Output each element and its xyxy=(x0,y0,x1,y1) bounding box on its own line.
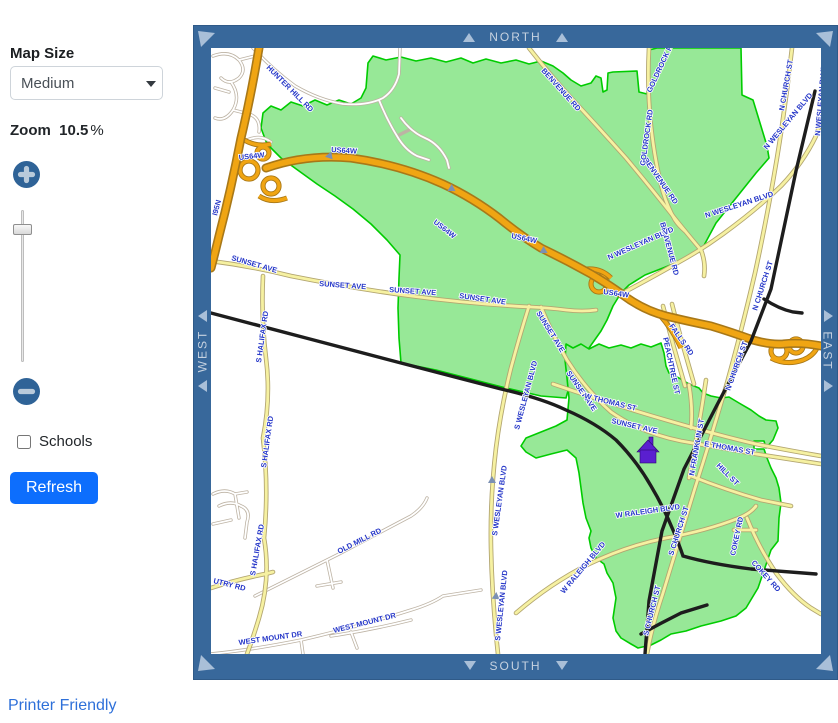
schools-label: Schools xyxy=(39,433,92,450)
zoom-in-button[interactable] xyxy=(13,161,40,188)
pan-west-arrow-icon[interactable] xyxy=(198,380,207,392)
pan-northwest-arrow-icon[interactable] xyxy=(196,28,216,48)
compass-west-label: WEST xyxy=(196,330,210,373)
road-label: OLD MILL RD xyxy=(336,526,384,556)
zoom-value: 10.5 xyxy=(59,122,88,139)
map-image: HUNTER HILL RDI95NUS64WUS64WUS64WUS64WUS… xyxy=(211,48,821,654)
plus-icon xyxy=(13,161,40,188)
compass-north-label: NORTH xyxy=(489,30,541,44)
pan-south-arrow-icon[interactable] xyxy=(464,661,476,670)
refresh-button[interactable]: Refresh xyxy=(10,472,98,504)
pan-north-arrow-icon[interactable] xyxy=(556,33,568,42)
map-canvas[interactable]: HUNTER HILL RDI95NUS64WUS64WUS64WUS64WUS… xyxy=(211,48,821,654)
minus-icon xyxy=(13,378,40,405)
map-application-page: Map Size Medium Zoom 10.5% Schools Refre… xyxy=(0,0,838,723)
zoom-out-button[interactable] xyxy=(13,378,40,405)
pan-east-bar[interactable]: EAST xyxy=(819,48,837,654)
map-size-select[interactable]: Medium xyxy=(10,66,163,100)
road-label: SUNSET AVE xyxy=(319,279,367,291)
pan-north-arrow-icon[interactable] xyxy=(463,33,475,42)
pan-east-arrow-icon[interactable] xyxy=(824,310,833,322)
schools-checkbox[interactable] xyxy=(17,435,31,449)
zoom-unit: % xyxy=(90,122,103,139)
road-label: N CHURCH ST xyxy=(777,58,795,111)
schools-row: Schools xyxy=(17,433,92,450)
pan-east-arrow-icon[interactable] xyxy=(824,380,833,392)
map-frame: NORTH SOUTH WEST EAST xyxy=(193,25,838,680)
road-label: W RALEIGH BLVD xyxy=(559,539,608,595)
pan-north-bar[interactable]: NORTH xyxy=(194,26,837,48)
road-label: US64W xyxy=(331,145,358,156)
printer-friendly-link[interactable]: Printer Friendly xyxy=(8,697,116,715)
pan-west-arrow-icon[interactable] xyxy=(198,310,207,322)
pan-south-arrow-icon[interactable] xyxy=(556,661,568,670)
pan-southeast-arrow-icon[interactable] xyxy=(815,654,835,674)
compass-south-label: SOUTH xyxy=(490,659,542,673)
pan-northeast-arrow-icon[interactable] xyxy=(815,28,835,48)
zoom-readout: Zoom 10.5% xyxy=(10,122,104,139)
pan-southwest-arrow-icon[interactable] xyxy=(196,654,216,674)
zoom-slider-thumb[interactable] xyxy=(13,224,32,235)
pan-south-bar[interactable]: SOUTH xyxy=(194,652,837,679)
pan-west-bar[interactable]: WEST xyxy=(194,48,211,654)
zoom-label: Zoom xyxy=(10,122,51,139)
compass-east-label: EAST xyxy=(821,331,835,370)
map-size-label: Map Size xyxy=(10,45,74,62)
